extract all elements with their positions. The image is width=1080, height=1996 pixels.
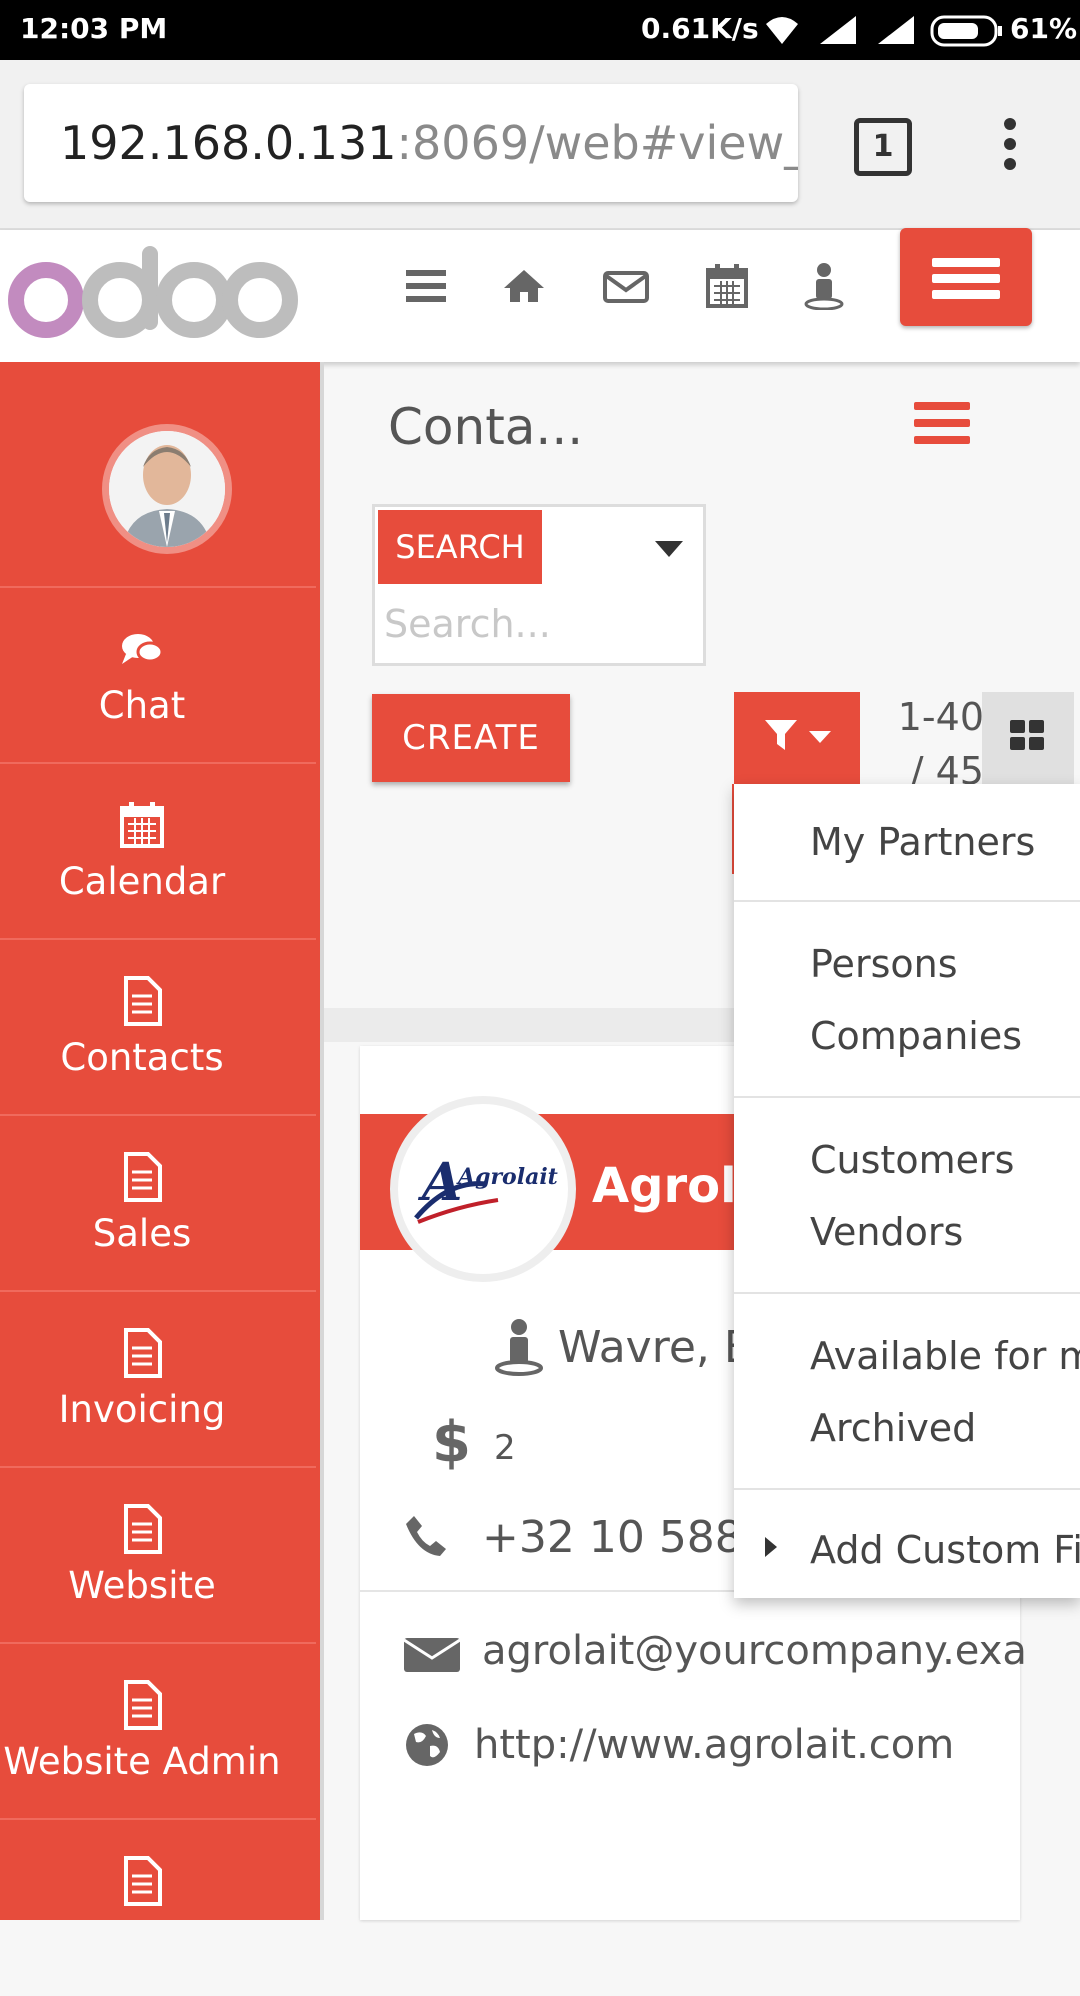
sidebar-item-label: Sales — [92, 1212, 192, 1255]
status-bar: 12:03 PM 0.61K/s 61% — [0, 0, 1080, 60]
calendar-icon[interactable] — [706, 264, 748, 308]
card-website[interactable]: http://www.agrolait.com — [474, 1722, 954, 1768]
phone-icon — [406, 1516, 446, 1556]
logo-text: Agrolait — [456, 1164, 558, 1190]
sidebar-item-website-admin[interactable]: Website Admin — [0, 1642, 316, 1820]
currency-icon: $ — [432, 1410, 471, 1475]
toggle-bar — [932, 274, 1000, 283]
filter-option[interactable]: Customers — [810, 1138, 1014, 1182]
filter-dropdown-menu: My Partners Persons Companies Customers … — [734, 784, 1080, 1598]
kanban-view-button[interactable] — [982, 692, 1074, 790]
sidebar-item-sales[interactable]: Sales — [0, 1114, 316, 1292]
home-icon[interactable] — [502, 268, 546, 304]
document-icon — [124, 1680, 162, 1730]
sidebar-item-more[interactable] — [0, 1818, 316, 1996]
url-host: 192.168.0.131 — [60, 116, 397, 170]
sidebar-item-label: Invoicing — [58, 1388, 226, 1431]
toggle-bar — [932, 258, 1000, 267]
filter-option[interactable]: Companies — [810, 1014, 1022, 1058]
caret-right-icon — [765, 1537, 777, 1557]
filter-option[interactable]: Archived — [810, 1406, 976, 1450]
mail-icon[interactable] — [602, 270, 650, 304]
location-user-icon — [495, 1319, 543, 1376]
signal-icon-2 — [878, 16, 914, 44]
odoo-logo[interactable] — [8, 244, 298, 340]
company-logo: A Agrolait — [390, 1096, 576, 1282]
filter-option[interactable]: Vendors — [810, 1210, 963, 1254]
filter-option[interactable]: Persons — [810, 942, 958, 986]
url-text: 192.168.0.131:8069/web#view_ty — [60, 116, 798, 170]
sidebar-item-label: Website — [68, 1564, 216, 1607]
url-bar[interactable]: 192.168.0.131:8069/web#view_ty — [24, 84, 798, 202]
mail-icon — [404, 1638, 460, 1672]
filter-option[interactable]: Available for m — [810, 1334, 1080, 1378]
document-icon — [124, 1328, 162, 1378]
sidebar-divider — [320, 362, 324, 1920]
battery-percent: 61% — [1010, 12, 1078, 45]
menu-toggle-button[interactable] — [900, 228, 1032, 326]
document-icon — [124, 1856, 162, 1906]
chevron-down-icon[interactable] — [654, 540, 684, 558]
search-facet-tag[interactable]: SEARCH — [378, 510, 542, 584]
sidebar-item-label: Contacts — [60, 1036, 224, 1079]
page-title: Conta... — [388, 398, 584, 456]
avatar[interactable] — [102, 424, 232, 554]
search-input[interactable] — [384, 598, 684, 650]
menu-divider — [734, 1292, 1080, 1294]
sidebar-item-label: Calendar — [58, 860, 226, 903]
document-icon — [124, 1152, 162, 1202]
menu-divider — [734, 900, 1080, 902]
menu-divider — [734, 1096, 1080, 1098]
filter-icon — [765, 720, 797, 750]
filter-option[interactable]: My Partners — [810, 820, 1035, 864]
card-location: Wavre, B — [558, 1322, 755, 1373]
sidebar-item-contacts[interactable]: Contacts — [0, 938, 316, 1116]
card-count: 2 — [494, 1428, 516, 1468]
menu-divider — [734, 1488, 1080, 1490]
svg-text:A: A — [417, 1152, 462, 1213]
battery-icon — [930, 15, 1002, 47]
more-options-icon[interactable] — [996, 116, 1024, 172]
sidebar-item-invoicing[interactable]: Invoicing — [0, 1290, 316, 1468]
document-icon — [124, 976, 162, 1026]
network-speed: 0.61K/s — [641, 12, 759, 45]
document-icon — [124, 1504, 162, 1554]
globe-icon — [406, 1724, 448, 1766]
wifi-icon — [766, 17, 798, 44]
agrolait-logo: A Agrolait — [414, 1152, 558, 1224]
signal-icon — [820, 16, 856, 44]
hamburger-icon[interactable] — [406, 268, 446, 304]
pager-range: 1-40 — [897, 695, 984, 739]
chat-icon — [122, 634, 164, 664]
card-email[interactable]: agrolait@yourcompany.exa — [482, 1628, 1027, 1674]
caret-down-icon — [809, 731, 831, 743]
sidebar-item-calendar[interactable]: Calendar — [0, 762, 316, 940]
status-time: 12:03 PM — [20, 12, 168, 45]
calendar-icon — [120, 802, 164, 848]
user-photo — [109, 431, 225, 547]
create-button[interactable]: CREATE — [372, 694, 570, 782]
list-menu-icon[interactable] — [914, 400, 970, 446]
filter-button[interactable] — [734, 692, 860, 784]
url-path: :8069/web#view_ty — [396, 116, 798, 170]
user-icon[interactable] — [804, 262, 844, 310]
pager[interactable]: 1-40 / 45 — [884, 690, 984, 798]
grid-icon — [1010, 720, 1044, 750]
sidebar-item-label: Chat — [98, 684, 186, 727]
tab-switcher-button[interactable]: 1 — [854, 118, 912, 176]
toggle-bar — [932, 290, 1000, 299]
add-custom-filter[interactable]: Add Custom Fil — [810, 1528, 1080, 1572]
sidebar-item-chat[interactable]: Chat — [0, 586, 316, 764]
sidebar-item-label: Website Admin — [3, 1740, 281, 1783]
sidebar-item-website[interactable]: Website — [0, 1466, 316, 1644]
